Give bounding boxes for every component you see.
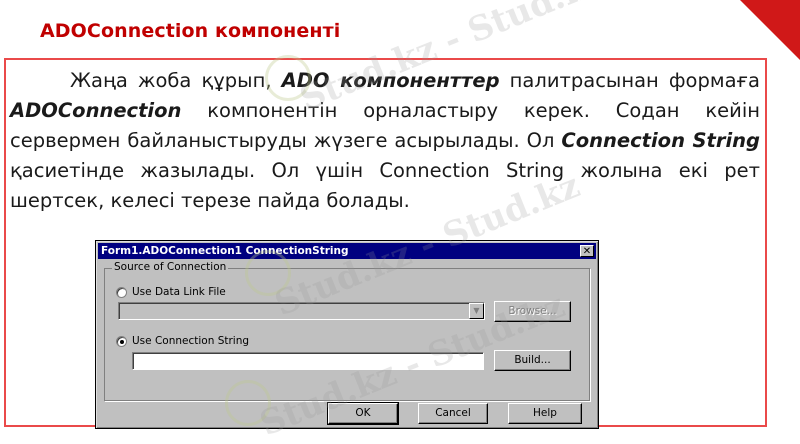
dialog-titlebar[interactable]: Form1.ADOConnection1 ConnectionString ✕ (98, 243, 596, 259)
para-bold-2: ADOConnection (10, 99, 182, 122)
radio-data-link-row[interactable]: Use Data Link File (116, 286, 226, 298)
radio-data-link[interactable] (116, 286, 127, 298)
build-button[interactable]: Build... (494, 350, 571, 371)
radio-conn-string[interactable] (116, 335, 127, 347)
data-link-file-input[interactable] (118, 302, 485, 320)
para-bold-1: ADO компоненттер (281, 69, 500, 92)
help-button[interactable]: Help (508, 403, 582, 424)
connection-string-dialog: Form1.ADOConnection1 ConnectionString ✕ … (95, 240, 599, 429)
browse-button[interactable]: Browse... (494, 301, 571, 322)
corner-decoration (740, 0, 800, 60)
close-icon[interactable]: ✕ (580, 245, 594, 257)
ok-button[interactable]: OK (327, 402, 399, 425)
para-text-4: қасиетінде жазылады. Ол үшін Connection … (10, 159, 760, 212)
dropdown-arrow-icon[interactable]: ▼ (469, 303, 484, 319)
dialog-title: Form1.ADOConnection1 ConnectionString (101, 245, 349, 257)
para-bold-3: Connection String (561, 129, 760, 152)
para-text-2: палитрасынан формаға (499, 69, 760, 92)
slide-title: ADOConnection компоненті (40, 20, 341, 42)
body-paragraph: Жаңа жоба құрып, ADO компоненттер палитр… (10, 66, 760, 216)
para-text-1: Жаңа жоба құрып, (70, 69, 282, 92)
group-label: Source of Connection (112, 261, 229, 273)
radio-data-link-label: Use Data Link File (132, 286, 226, 298)
connection-string-input[interactable] (132, 352, 484, 370)
cancel-button[interactable]: Cancel (418, 403, 488, 424)
radio-conn-string-row[interactable]: Use Connection String (116, 335, 249, 347)
radio-conn-string-label: Use Connection String (132, 335, 250, 347)
